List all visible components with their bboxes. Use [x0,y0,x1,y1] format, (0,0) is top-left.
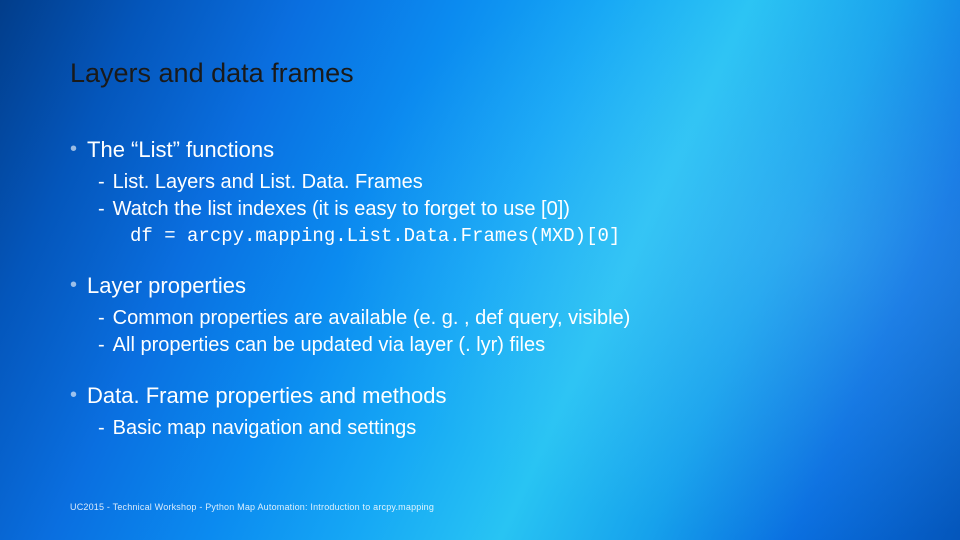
bullet-dot-icon: • [70,385,77,405]
bullet-list-functions: • The “List” functions [70,137,890,163]
bullet-dataframe-properties: • Data. Frame properties and methods [70,383,890,409]
sub-bullet: - List. Layers and List. Data. Frames [98,171,890,194]
sub-bullet: - Watch the list indexes (it is easy to … [98,198,890,221]
sub-bullet-text: All properties can be updated via layer … [113,334,545,357]
footer-text: UC2015 - Technical Workshop - Python Map… [70,502,434,512]
sub-bullet: - Common properties are available (e. g.… [98,307,890,330]
sub-bullet: - Basic map navigation and settings [98,417,890,440]
slide: Layers and data frames • The “List” func… [0,0,960,440]
sub-bullet: - All properties can be updated via laye… [98,334,890,357]
code-sample: df = arcpy.mapping.List.Data.Frames(MXD)… [130,225,890,247]
dash-icon: - [98,417,105,440]
dash-icon: - [98,334,105,357]
bullet-text: The “List” functions [87,137,274,163]
sub-bullet-text: Common properties are available (e. g. ,… [113,307,631,330]
bullet-dot-icon: • [70,139,77,159]
bullet-layer-properties: • Layer properties [70,273,890,299]
dash-icon: - [98,307,105,330]
dash-icon: - [98,198,105,221]
bullet-text: Layer properties [87,273,246,299]
sub-bullet-text: Watch the list indexes (it is easy to fo… [113,198,570,221]
bullet-dot-icon: • [70,275,77,295]
slide-title: Layers and data frames [70,58,890,89]
dash-icon: - [98,171,105,194]
sub-bullet-text: Basic map navigation and settings [113,417,417,440]
bullet-text: Data. Frame properties and methods [87,383,447,409]
sub-bullet-text: List. Layers and List. Data. Frames [113,171,423,194]
